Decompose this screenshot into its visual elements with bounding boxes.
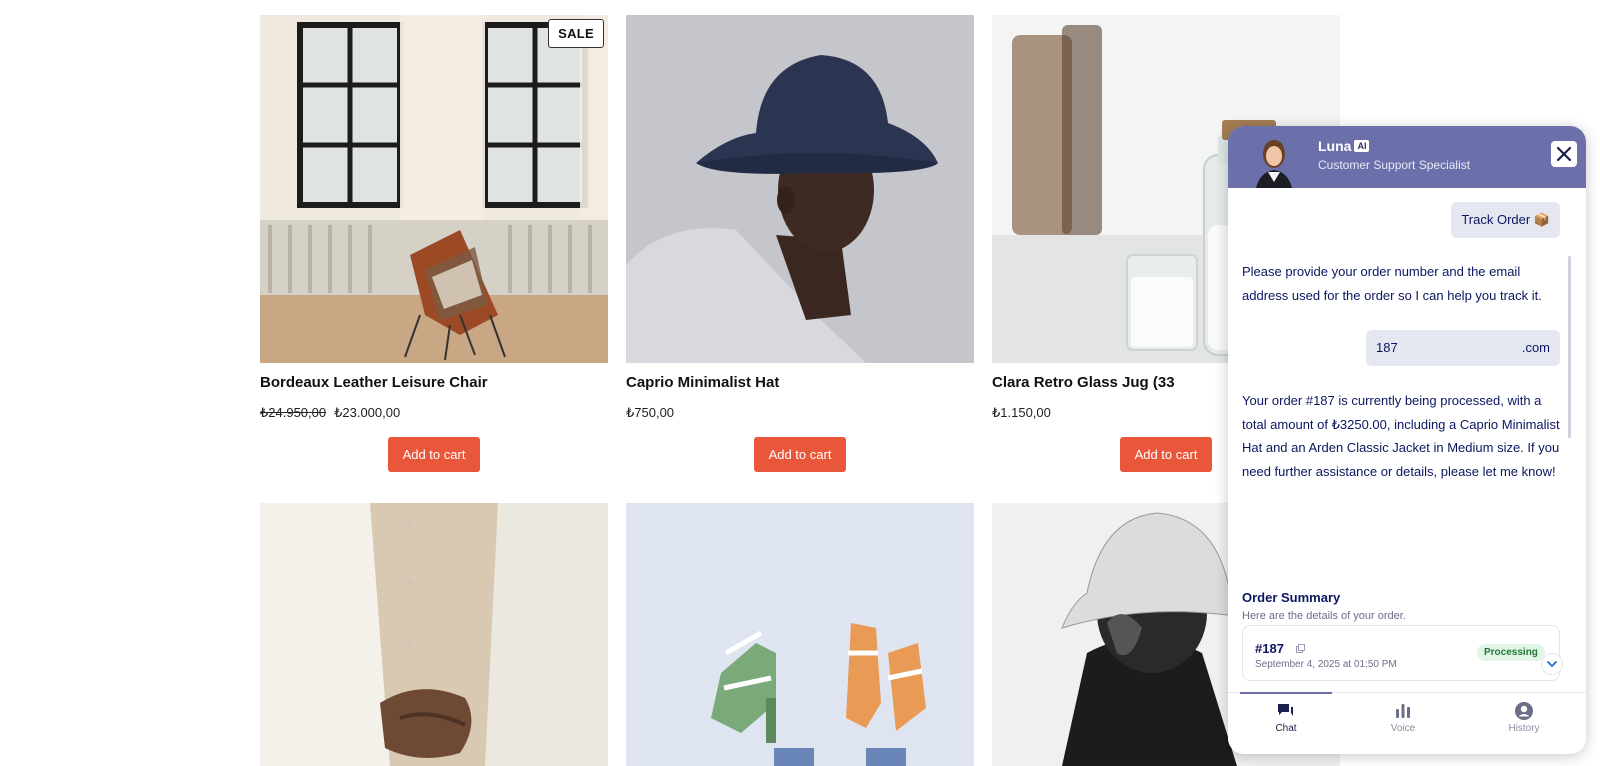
bot-message: Your order #187 is currently being proce… xyxy=(1242,393,1560,479)
add-to-cart-button[interactable]: Add to cart xyxy=(754,437,846,472)
chat-nav: Chat Voice History xyxy=(1228,692,1586,754)
hat-photo xyxy=(626,15,974,363)
chat-scrollbar[interactable] xyxy=(1568,256,1571,438)
order-card[interactable]: #187 September 4, 2025 at 01:50 PM Proce… xyxy=(1242,625,1560,681)
nav-tab-history[interactable]: History xyxy=(1484,701,1564,734)
nav-label-voice: Voice xyxy=(1390,723,1416,734)
chat-messages[interactable]: Track Order 📦 Please provide your order … xyxy=(1228,188,1586,750)
product-image-hat[interactable] xyxy=(626,15,974,363)
shop-page: SALE Bordeaux Leather Leisure Chair ₺24.… xyxy=(0,0,1600,766)
agent-name-text: Luna xyxy=(1318,138,1352,154)
heels-photo xyxy=(626,503,974,766)
jacket-photo xyxy=(260,503,608,766)
product-sale-price: ₺23.000,00 xyxy=(334,405,401,420)
chevron-down-icon xyxy=(1547,661,1557,667)
add-to-cart-button[interactable]: Add to cart xyxy=(1120,437,1212,472)
bot-message: Please provide your order number and the… xyxy=(1242,264,1542,303)
product-image-jacket[interactable] xyxy=(260,503,608,766)
order-summary-title: Order Summary xyxy=(1242,590,1341,605)
chair-photo xyxy=(260,15,608,363)
nav-tab-voice[interactable]: Voice xyxy=(1363,701,1443,734)
product-old-price: ₺24.950,00 xyxy=(260,405,327,420)
agent-role: Customer Support Specialist xyxy=(1318,158,1471,172)
user-message-end: .com xyxy=(1521,340,1550,355)
close-icon xyxy=(1556,146,1572,162)
agent-name: Luna AI xyxy=(1318,138,1370,154)
scroll-down-button[interactable] xyxy=(1541,653,1563,675)
order-number: #187 xyxy=(1255,641,1284,656)
product-image-chair[interactable]: SALE xyxy=(260,15,608,363)
sale-badge: SALE xyxy=(548,19,604,48)
product-name[interactable]: Bordeaux Leather Leisure Chair xyxy=(260,374,608,391)
nav-tab-chat[interactable]: Chat xyxy=(1246,701,1326,734)
nav-label-history: History xyxy=(1508,723,1540,734)
status-badge: Processing xyxy=(1477,644,1545,661)
user-profile-icon xyxy=(1515,702,1533,720)
user-message: 187 .com xyxy=(1366,330,1560,366)
copy-icon[interactable] xyxy=(1296,644,1305,653)
product-price: ₺750,00 xyxy=(626,405,675,420)
agent-avatar xyxy=(1246,132,1302,188)
user-message: Track Order 📦 xyxy=(1451,202,1560,238)
nav-label-chat: Chat xyxy=(1275,723,1297,734)
order-date: September 4, 2025 at 01:50 PM xyxy=(1255,659,1397,670)
close-chat-button[interactable] xyxy=(1551,141,1577,167)
chat-icon xyxy=(1278,704,1293,716)
voice-bars-icon xyxy=(1396,704,1410,718)
chat-header: Luna AI Customer Support Specialist xyxy=(1228,126,1586,188)
chat-widget: Luna AI Customer Support Specialist Track… xyxy=(1228,126,1586,754)
product-name[interactable]: Caprio Minimalist Hat xyxy=(626,374,974,391)
order-summary-subtitle: Here are the details of your order. xyxy=(1242,610,1406,622)
add-to-cart-button[interactable]: Add to cart xyxy=(388,437,480,472)
ai-badge: AI xyxy=(1354,140,1370,152)
product-price: ₺24.950,00 ₺23.000,00 xyxy=(260,405,608,421)
nav-active-indicator xyxy=(1240,692,1332,694)
product-image-heels[interactable] xyxy=(626,503,974,766)
user-message-start: 187 xyxy=(1376,340,1398,355)
